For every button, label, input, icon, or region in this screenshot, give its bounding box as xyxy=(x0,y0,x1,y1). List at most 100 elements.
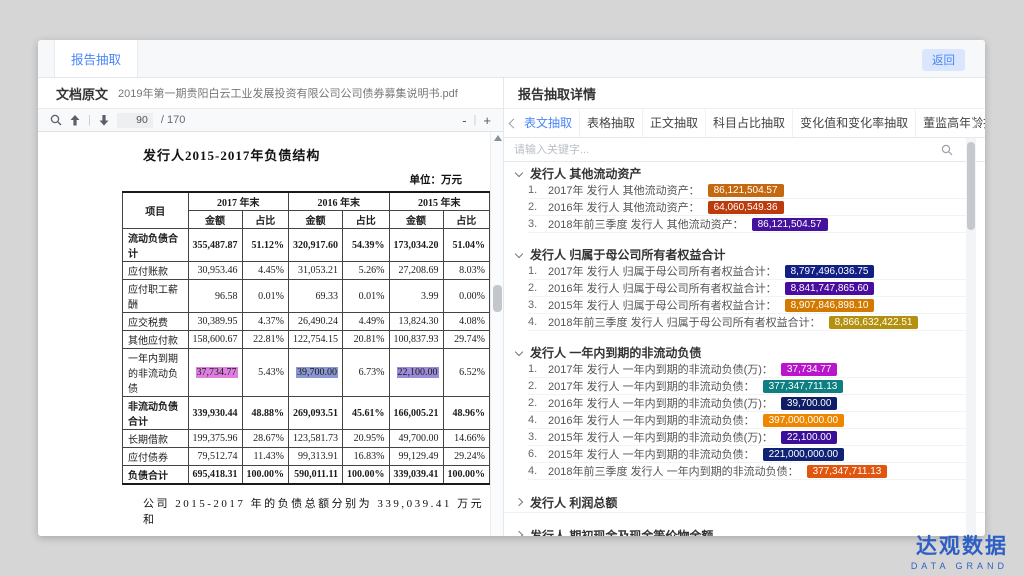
chevron-right-icon xyxy=(515,531,523,536)
value-badge[interactable]: 64,060,549.36 xyxy=(708,201,784,214)
item-label: 2015年 发行人 一年内到期的非流动负债(万)： xyxy=(548,429,773,445)
table-row-label: 其他应付款 xyxy=(123,331,189,349)
value-badge[interactable]: 377,347,711.13 xyxy=(807,465,888,478)
table-cell: 320,917.60 xyxy=(289,229,343,262)
group-header[interactable]: 发行人 其他流动资产 xyxy=(504,164,985,182)
item-label: 2017年 发行人 归属于母公司所有者权益合计： xyxy=(548,263,777,279)
value-badge[interactable]: 37,734.77 xyxy=(781,363,838,376)
top-tab-bar: 报告抽取 返回 xyxy=(38,40,985,78)
extraction-item[interactable]: 1.2017年 发行人 其他流动资产：86,121,504.57 xyxy=(528,182,967,199)
table-cell: 37,734.77 xyxy=(188,349,242,397)
list-scrollbar[interactable] xyxy=(966,138,976,536)
extraction-detail-panel: 报告抽取详情 表文抽取表格抽取正文抽取科目占比抽取变化值和变化率抽取董监高年龄抽… xyxy=(504,78,985,536)
table-subheader: 占比 xyxy=(242,211,289,229)
prev-page-icon[interactable] xyxy=(70,115,80,126)
document-filename: 2019年第一期贵阳白云工业发展投资有限公司公司债券募集说明书.pdf xyxy=(118,85,458,101)
value-badge[interactable]: 22,100.00 xyxy=(781,431,838,444)
table-cell: 69.33 xyxy=(289,280,343,313)
keyword-search-input[interactable] xyxy=(504,138,955,161)
extraction-item[interactable]: 3.2015年 发行人 一年内到期的非流动负债(万)： 22,100.00 xyxy=(528,429,967,446)
document-header: 文档原文 2019年第一期贵阳白云工业发展投资有限公司公司债券募集说明书.pdf xyxy=(38,78,503,108)
value-badge[interactable]: 397,000,000.00 xyxy=(763,414,845,427)
extraction-group: 发行人 归属于母公司所有者权益合计1.2017年 发行人 归属于母公司所有者权益… xyxy=(504,245,985,331)
table-row-label: 应交税费 xyxy=(123,313,189,331)
table-row: 应付职工薪酬96.580.01%69.330.01%3.990.00% xyxy=(123,280,490,313)
document-panel: 文档原文 2019年第一期贵阳白云工业发展投资有限公司公司债券募集说明书.pdf… xyxy=(38,78,504,536)
value-badge[interactable]: 8,841,747,865.60 xyxy=(785,282,875,295)
value-badge[interactable]: 377,347,711.13 xyxy=(763,380,844,393)
detail-tab-4[interactable]: 变化值和变化率抽取 xyxy=(792,109,915,138)
table-cell: 51.12% xyxy=(242,229,289,262)
extraction-item[interactable]: 4.2018年前三季度 发行人 归属于母公司所有者权益合计：8,866,632,… xyxy=(528,314,967,331)
brand-logo-english: DATA GRAND xyxy=(911,561,1008,571)
extraction-item[interactable]: 6.2015年 发行人 一年内到期的非流动负债：221,000,000.00 xyxy=(528,446,967,463)
back-button[interactable]: 返回 xyxy=(922,49,965,71)
item-number: 4. xyxy=(528,414,548,426)
detail-tab-bar: 表文抽取表格抽取正文抽取科目占比抽取变化值和变化率抽取董监高年龄抽取变动趋势 xyxy=(504,108,985,138)
value-badge[interactable]: 8,866,632,422.51 xyxy=(829,316,919,329)
search-icon[interactable] xyxy=(50,114,62,126)
table-cell: 22.81% xyxy=(242,331,289,349)
extraction-item[interactable]: 1.2017年 发行人 归属于母公司所有者权益合计：8,797,496,036.… xyxy=(528,263,967,280)
main-window: 报告抽取 返回 文档原文 2019年第一期贵阳白云工业发展投资有限公司公司债券募… xyxy=(38,40,985,536)
detail-tab-0[interactable]: 表文抽取 xyxy=(517,109,579,138)
extraction-item[interactable]: 4.2018年前三季度 发行人 一年内到期的非流动负债：377,347,711.… xyxy=(528,463,967,480)
extraction-item[interactable]: 2.2016年 发行人 其他流动资产：64,060,549.36 xyxy=(528,199,967,216)
detail-tab-1[interactable]: 表格抽取 xyxy=(579,109,642,138)
value-badge[interactable]: 8,907,846,898.10 xyxy=(785,299,875,312)
scroll-up-icon[interactable] xyxy=(494,135,502,141)
table-header-item: 项目 xyxy=(123,192,189,229)
highlighted-value[interactable]: 39,700.00 xyxy=(296,367,338,378)
table-cell: 8.03% xyxy=(443,262,490,280)
pdf-page: 发行人2015-2017年负债结构 单位：万元 项目2017 年末2016 年末… xyxy=(38,132,490,536)
chevron-right-icon xyxy=(515,498,523,506)
table-row: 非流动负债合计339,930.4448.88%269,093.5145.61%1… xyxy=(123,397,490,430)
detail-tab-3[interactable]: 科目占比抽取 xyxy=(705,109,792,138)
search-icon[interactable] xyxy=(941,144,953,156)
group-title: 发行人 归属于母公司所有者权益合计 xyxy=(530,246,725,263)
extraction-item[interactable]: 4.2016年 发行人 一年内到期的非流动负债：397,000,000.00 xyxy=(528,412,967,429)
extraction-item[interactable]: 1.2017年 发行人 一年内到期的非流动负债(万)：37,734.77 xyxy=(528,361,967,378)
table-cell: 13,824.30 xyxy=(389,313,443,331)
document-title: 文档原文 xyxy=(56,84,108,103)
page-number-input[interactable] xyxy=(117,113,153,128)
zoom-in-button[interactable]: + xyxy=(483,113,491,128)
pdf-scrollbar[interactable] xyxy=(490,132,503,536)
group-header[interactable]: 发行人 利润总额 xyxy=(504,492,985,513)
extraction-item[interactable]: 3.2018年前三季度 发行人 其他流动资产：86,121,504.57 xyxy=(528,216,967,233)
item-label: 2016年 发行人 其他流动资产： xyxy=(548,199,700,215)
extraction-item[interactable]: 2.2017年 发行人 一年内到期的非流动负债：377,347,711.13 xyxy=(528,378,967,395)
highlighted-value[interactable]: 22,100.00 xyxy=(397,367,439,378)
value-badge[interactable]: 86,121,504.57 xyxy=(708,184,784,197)
table-header-year: 2017 年末 xyxy=(188,192,289,211)
zoom-out-button[interactable]: - xyxy=(462,113,466,128)
value-badge[interactable]: 39,700.00 xyxy=(781,397,838,410)
value-badge[interactable]: 221,000,000.00 xyxy=(763,448,845,461)
extraction-item[interactable]: 3.2015年 发行人 归属于母公司所有者权益合计：8,907,846,898.… xyxy=(528,297,967,314)
table-row-label: 非流动负债合计 xyxy=(123,397,189,430)
list-scrollbar-thumb[interactable] xyxy=(967,142,975,230)
pdf-scrollbar-thumb[interactable] xyxy=(493,285,502,312)
table-cell: 29.74% xyxy=(443,331,490,349)
table-row: 应付账款30,953.464.45%31,053.215.26%27,208.6… xyxy=(123,262,490,280)
table-cell: 4.37% xyxy=(242,313,289,331)
group-header[interactable]: 发行人 一年内到期的非流动负债 xyxy=(504,343,985,361)
table-row-label: 一年内到期的非流动负债 xyxy=(123,349,189,397)
value-badge[interactable]: 8,797,496,036.75 xyxy=(785,265,875,278)
group-header[interactable]: 发行人 归属于母公司所有者权益合计 xyxy=(504,245,985,263)
table-cell: 6.52% xyxy=(443,349,490,397)
tab-report-extraction[interactable]: 报告抽取 xyxy=(54,40,138,77)
table-row: 长期借款199,375.9628.67%123,581.7320.95%49,7… xyxy=(123,430,490,448)
highlighted-value[interactable]: 37,734.77 xyxy=(196,367,238,378)
table-subheader: 金额 xyxy=(389,211,443,229)
detail-tab-2[interactable]: 正文抽取 xyxy=(642,109,705,138)
value-badge[interactable]: 86,121,504.57 xyxy=(752,218,828,231)
table-cell: 6.73% xyxy=(343,349,390,397)
extraction-item[interactable]: 2.2016年 发行人 一年内到期的非流动负债(万)：39,700.00 xyxy=(528,395,967,412)
item-number: 3. xyxy=(528,431,548,443)
item-number: 2. xyxy=(528,380,548,392)
extraction-item[interactable]: 2.2016年 发行人 归属于母公司所有者权益合计：8,841,747,865.… xyxy=(528,280,967,297)
item-label: 2017年 发行人 其他流动资产： xyxy=(548,182,700,198)
next-page-icon[interactable] xyxy=(99,115,109,126)
table-cell: 339,930.44 xyxy=(188,397,242,430)
